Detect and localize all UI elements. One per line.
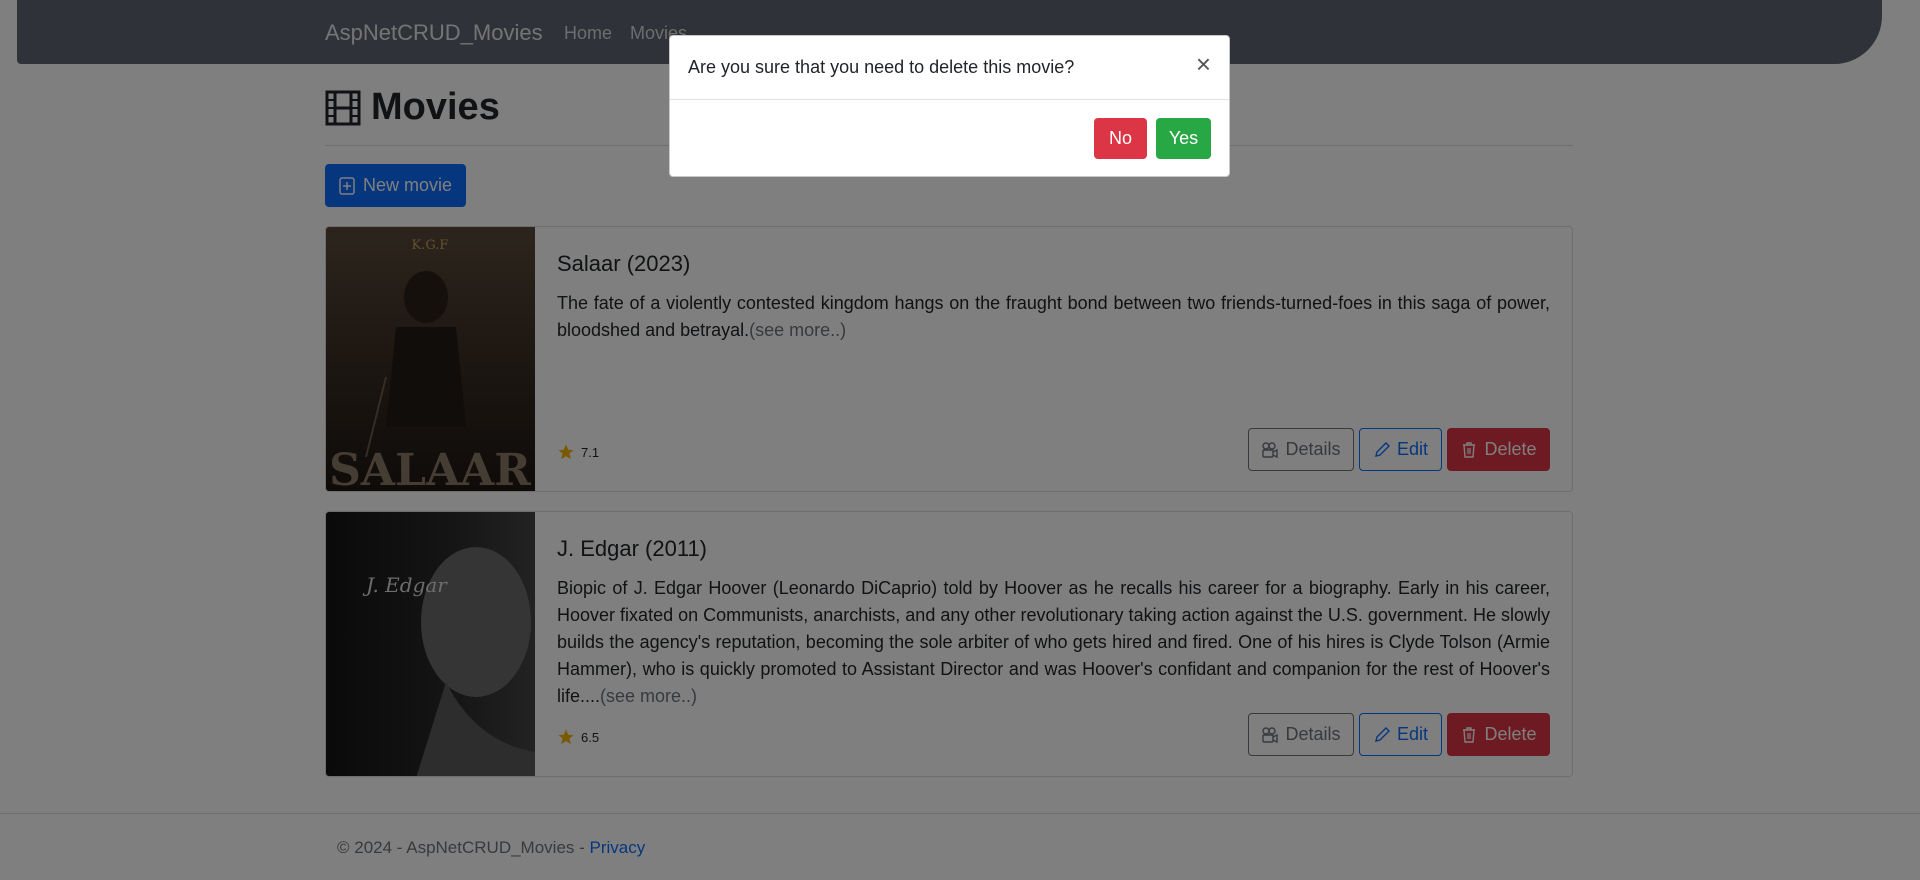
delete-confirm-modal: Are you sure that you need to delete thi… bbox=[669, 35, 1230, 177]
modal-header: Are you sure that you need to delete thi… bbox=[670, 36, 1229, 100]
yes-button[interactable]: Yes bbox=[1156, 118, 1211, 159]
modal-footer: No Yes bbox=[1094, 118, 1211, 159]
modal-title: Are you sure that you need to delete thi… bbox=[688, 57, 1075, 77]
no-button[interactable]: No bbox=[1094, 118, 1147, 159]
close-icon[interactable]: × bbox=[1196, 48, 1211, 80]
